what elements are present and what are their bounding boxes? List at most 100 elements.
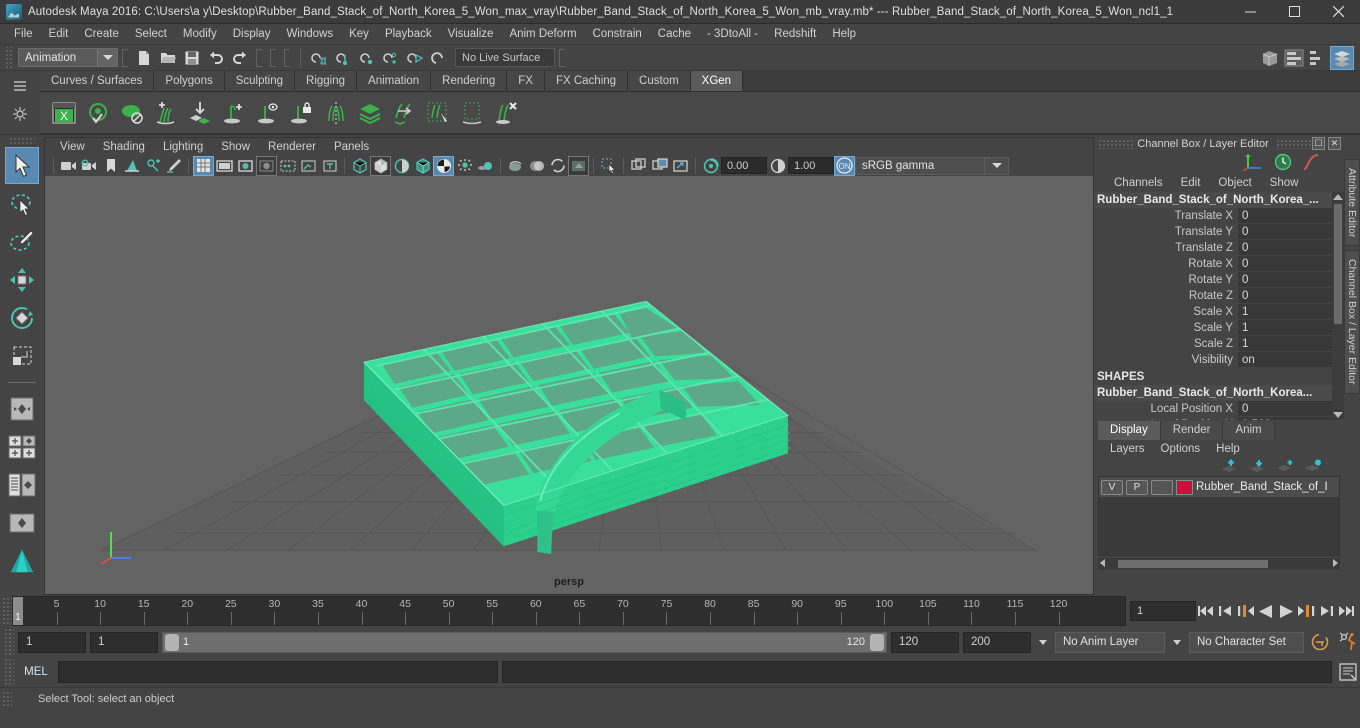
menu-select[interactable]: Select — [127, 25, 175, 44]
multi-pane-copy-icon[interactable] — [628, 156, 649, 176]
panel-drag-grip[interactable] — [1098, 138, 1134, 149]
anim-layer-chevron-icon[interactable] — [1035, 632, 1051, 653]
animation-preferences-icon[interactable] — [1336, 630, 1360, 654]
lasso-select-tool-button[interactable] — [5, 185, 39, 222]
shelf-tab-rendering[interactable]: Rendering — [431, 71, 508, 91]
go-to-end-button[interactable] — [1336, 600, 1356, 622]
channel-row-rotate-x[interactable]: Rotate X 0 — [1094, 256, 1332, 272]
gate-mask-icon[interactable] — [256, 155, 277, 176]
channel-value[interactable]: 1 — [1238, 336, 1332, 352]
xgen-add-description-icon[interactable] — [150, 96, 182, 130]
channel-value[interactable]: 0 — [1238, 401, 1332, 417]
mel-command-input[interactable] — [58, 661, 498, 683]
xgen-window-icon[interactable]: X — [48, 96, 80, 130]
layer-name[interactable]: Rubber_Band_Stack_of_I — [1196, 481, 1328, 493]
status-line-grip[interactable] — [4, 46, 12, 69]
transform-axes-icon[interactable] — [1242, 153, 1264, 174]
depth-of-field-icon[interactable] — [547, 156, 568, 176]
range-left-handle[interactable] — [165, 633, 179, 651]
camera-settings-icon[interactable] — [79, 156, 100, 176]
time-slider-grip[interactable] — [2, 597, 12, 625]
channelbox-menu-edit[interactable]: Edit — [1173, 176, 1209, 190]
channel-value[interactable]: 0 — [1238, 208, 1332, 224]
viewport-menu-show[interactable]: Show — [212, 140, 259, 154]
move-tool-button[interactable] — [5, 261, 39, 298]
menu-file[interactable]: File — [6, 25, 41, 44]
gamma-field[interactable]: 1.00 — [788, 157, 834, 175]
mel-result-field[interactable] — [502, 661, 1332, 683]
tab-anim-layers[interactable]: Anim — [1223, 421, 1275, 440]
viewport-menu-renderer[interactable]: Renderer — [259, 140, 325, 154]
channel-row-scale-z[interactable]: Scale Z 1 — [1094, 336, 1332, 352]
close-button[interactable] — [1316, 0, 1360, 24]
redo-button[interactable] — [228, 46, 252, 70]
resize-pane-icon[interactable] — [670, 156, 691, 176]
four-view-layout-button[interactable] — [5, 428, 39, 465]
shelf-tab-fx-caching[interactable]: FX Caching — [544, 71, 629, 91]
smooth-shading-icon[interactable] — [370, 155, 391, 176]
menu-constrain[interactable]: Constrain — [585, 25, 650, 44]
menu-playback[interactable]: Playback — [377, 25, 440, 44]
panel-undock-button[interactable]: ☐ — [1312, 137, 1325, 150]
channel-row-local-position-y[interactable]: Local Position Y 0.762 — [1094, 417, 1332, 420]
menu-set-selector[interactable]: Animation — [18, 48, 118, 67]
channel-box-scrollbar[interactable] — [1332, 192, 1344, 420]
channel-value[interactable]: 0 — [1238, 272, 1332, 288]
range-right-handle[interactable] — [870, 633, 884, 651]
color-profile-selector[interactable]: sRGB gamma — [855, 156, 1009, 175]
move-layer-down-icon[interactable] — [1248, 459, 1266, 476]
shelf-tab-sculpting[interactable]: Sculpting — [224, 71, 296, 91]
xgen-region-select-icon[interactable] — [456, 96, 488, 130]
bookmark-icon[interactable] — [100, 156, 121, 176]
minimize-button[interactable] — [1228, 0, 1272, 24]
channel-row-local-position-x[interactable]: Local Position X 0 — [1094, 401, 1332, 417]
channelbox-menu-show[interactable]: Show — [1262, 176, 1307, 190]
texture-shading-icon[interactable] — [412, 156, 433, 176]
tab-render-layers[interactable]: Render — [1160, 421, 1224, 440]
menu-key[interactable]: Key — [341, 25, 377, 44]
xgen-preview-primitive-icon[interactable] — [252, 96, 284, 130]
scroll-right-arrow-icon[interactable] — [1330, 558, 1340, 571]
ambient-occlusion-icon[interactable] — [475, 156, 496, 176]
panel-close-button[interactable]: ✕ — [1328, 137, 1341, 150]
layers-menu-help[interactable]: Help — [1208, 442, 1248, 456]
range-start-field[interactable]: 1 — [90, 631, 158, 653]
animation-clock-icon[interactable] — [1274, 153, 1292, 174]
help-line-grip[interactable] — [2, 690, 12, 707]
exposure-icon[interactable] — [700, 156, 721, 176]
xgen-import-collection-icon[interactable] — [184, 96, 216, 130]
render-view-icon[interactable] — [1258, 46, 1282, 70]
playblast-icon[interactable] — [58, 156, 79, 176]
range-slider-grip[interactable] — [4, 628, 14, 656]
layer-playback-toggle[interactable]: P — [1126, 479, 1148, 495]
shelf-tab-fx[interactable]: FX — [507, 71, 545, 91]
live-surface-field[interactable]: No Live Surface — [455, 48, 555, 67]
tab-display-layers[interactable]: Display — [1098, 421, 1161, 440]
snap-to-view-plane-icon[interactable] — [403, 46, 427, 70]
new-scene-button[interactable] — [132, 46, 156, 70]
shelf-tab-animation[interactable]: Animation — [357, 71, 432, 91]
motion-blur-icon[interactable] — [505, 156, 526, 176]
xgen-lock-primitive-icon[interactable] — [286, 96, 318, 130]
shelf-tab-rigging[interactable]: Rigging — [295, 71, 358, 91]
menu-anim-deform[interactable]: Anim Deform — [501, 25, 584, 44]
scale-tool-button[interactable] — [5, 337, 39, 374]
anti-aliasing-icon[interactable] — [526, 156, 547, 176]
outliner-persp-layout-button[interactable] — [5, 466, 39, 503]
create-empty-layer-icon[interactable] — [1276, 459, 1294, 476]
make-live-icon[interactable] — [427, 46, 451, 70]
character-set-selector[interactable]: No Character Set — [1189, 631, 1304, 653]
rotate-tool-button[interactable] — [5, 299, 39, 336]
undo-button[interactable] — [204, 46, 228, 70]
xray-joints-icon[interactable] — [298, 156, 319, 176]
go-to-start-button[interactable] — [1196, 600, 1216, 622]
xgen-groom-comb-icon[interactable] — [388, 96, 420, 130]
menu-edit[interactable]: Edit — [41, 25, 77, 44]
persp-graph-layout-button[interactable] — [5, 504, 39, 541]
scroll-up-arrow-icon[interactable] — [1333, 194, 1343, 200]
play-forwards-button[interactable] — [1276, 600, 1296, 622]
anim-layer-selector[interactable]: No Anim Layer — [1055, 631, 1165, 653]
exposure-field[interactable]: 0.00 — [721, 157, 767, 175]
channel-value[interactable]: 1 — [1238, 320, 1332, 336]
grease-pencil-icon[interactable] — [163, 156, 184, 176]
